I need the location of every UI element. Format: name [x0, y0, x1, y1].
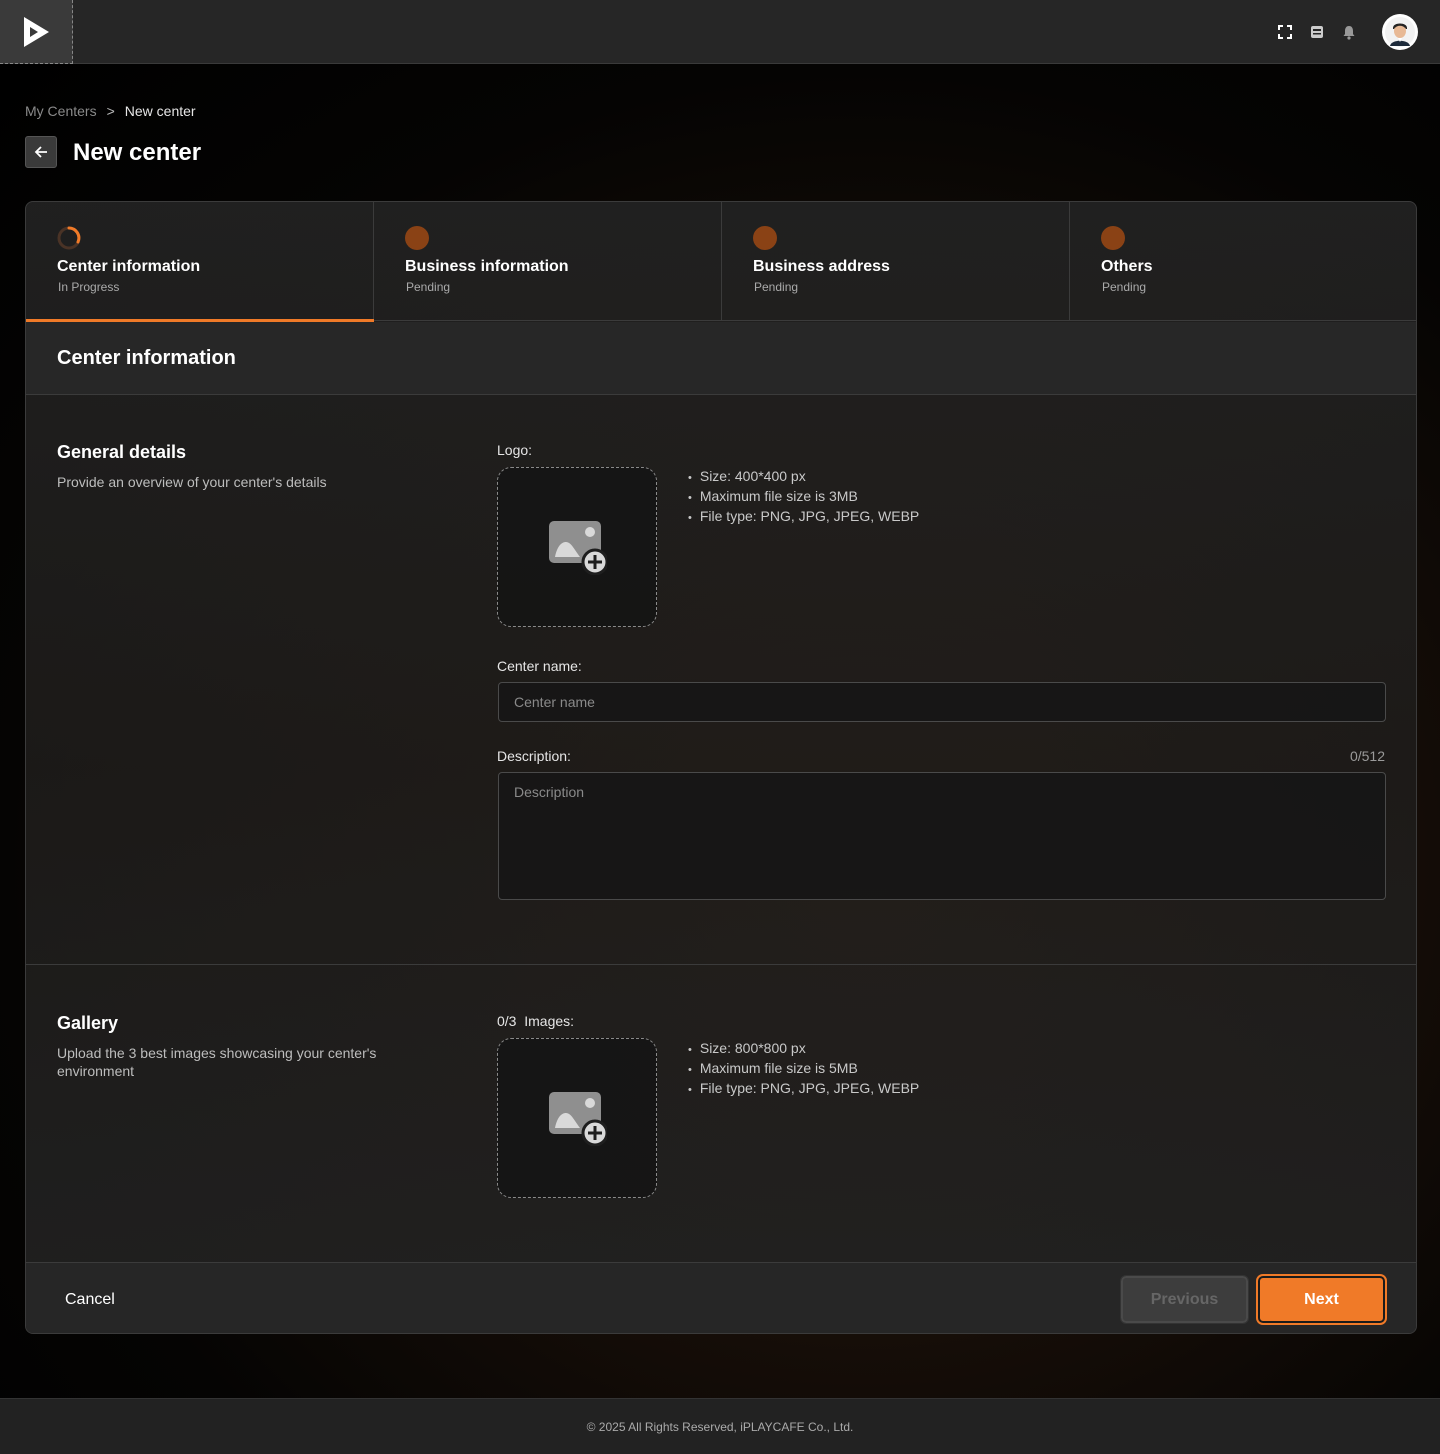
logo-label: Logo:: [497, 442, 533, 458]
fullscreen-icon[interactable]: [1276, 23, 1294, 41]
pending-dot-icon: [405, 226, 429, 250]
description-textarea[interactable]: [498, 772, 1386, 900]
breadcrumb-current: New center: [124, 103, 196, 119]
play-logo-icon: [24, 16, 49, 47]
gallery-hint: Maximum file size is 5MB: [686, 1059, 919, 1079]
breadcrumb: My Centers > New center: [25, 103, 196, 119]
logo-requirements: Size: 400*400 px Maximum file size is 3M…: [686, 467, 919, 527]
step-others[interactable]: Others Pending: [1070, 202, 1416, 321]
images-label: 0/3 Images:: [497, 1013, 575, 1029]
pending-dot-icon: [1101, 226, 1125, 250]
step-business-address[interactable]: Business address Pending: [722, 202, 1070, 321]
arrow-left-icon: [34, 146, 47, 158]
bell-icon[interactable]: [1340, 23, 1358, 41]
step-status: Pending: [754, 280, 799, 294]
step-status: Pending: [406, 280, 451, 294]
description-counter: 0/512: [1349, 748, 1385, 764]
stepper: Center information In Progress Business …: [26, 202, 1416, 322]
logo-hint: Size: 400*400 px: [686, 467, 919, 487]
center-name-input[interactable]: [498, 682, 1386, 722]
logo-hint: File type: PNG, JPG, JPEG, WEBP: [686, 507, 919, 527]
avatar[interactable]: [1382, 14, 1418, 50]
site-footer: © 2025 All Rights Reserved, iPLAYCAFE Co…: [0, 1398, 1440, 1454]
page-title: New center: [73, 139, 202, 166]
description-label: Description:: [497, 748, 571, 764]
in-progress-icon: [57, 226, 81, 250]
form-card: Center information In Progress Business …: [25, 201, 1417, 1334]
pending-dot-icon: [753, 226, 777, 250]
user-avatar-icon: [1385, 17, 1415, 47]
gallery-upload[interactable]: [497, 1038, 657, 1198]
breadcrumb-separator: >: [106, 103, 115, 119]
step-title: Business information: [405, 258, 569, 275]
step-title: Business address: [753, 258, 890, 275]
step-title: Center information: [57, 258, 201, 275]
next-button[interactable]: Next: [1256, 1274, 1387, 1325]
gallery-requirements: Size: 800*800 px Maximum file size is 5M…: [686, 1039, 919, 1099]
step-title: Others: [1101, 258, 1153, 275]
section-title: Center information: [57, 347, 236, 369]
center-name-label: Center name:: [497, 658, 582, 674]
general-details-title: General details: [57, 442, 187, 462]
previous-button[interactable]: Previous: [1120, 1275, 1249, 1324]
section-header: Center information: [26, 322, 1416, 395]
step-center-information[interactable]: Center information In Progress: [26, 202, 374, 322]
copyright-text: © 2025 All Rights Reserved, iPLAYCAFE Co…: [586, 1419, 854, 1434]
step-status: In Progress: [58, 280, 120, 294]
top-bar: [0, 0, 1440, 64]
logo-upload[interactable]: [497, 467, 657, 627]
add-image-icon: [549, 521, 607, 575]
inbox-icon[interactable]: [1308, 23, 1326, 41]
section-divider: [26, 964, 1416, 965]
logo-hint: Maximum file size is 3MB: [686, 487, 919, 507]
breadcrumb-parent[interactable]: My Centers: [25, 103, 97, 119]
app-logo[interactable]: [0, 0, 73, 64]
gallery-hint: Size: 800*800 px: [686, 1039, 919, 1059]
form-actions: Cancel Previous Next: [26, 1262, 1416, 1333]
cancel-button[interactable]: Cancel: [65, 1291, 115, 1309]
gallery-title: Gallery: [57, 1013, 119, 1033]
gallery-description: Upload the 3 best images showcasing your…: [57, 1045, 377, 1079]
back-button[interactable]: [25, 136, 57, 168]
header-actions: [1276, 14, 1418, 50]
gallery-hint: File type: PNG, JPG, JPEG, WEBP: [686, 1079, 919, 1099]
general-details-description: Provide an overview of your center's det…: [57, 474, 327, 490]
step-business-information[interactable]: Business information Pending: [374, 202, 722, 321]
step-status: Pending: [1102, 280, 1147, 294]
add-image-icon: [549, 1092, 607, 1146]
